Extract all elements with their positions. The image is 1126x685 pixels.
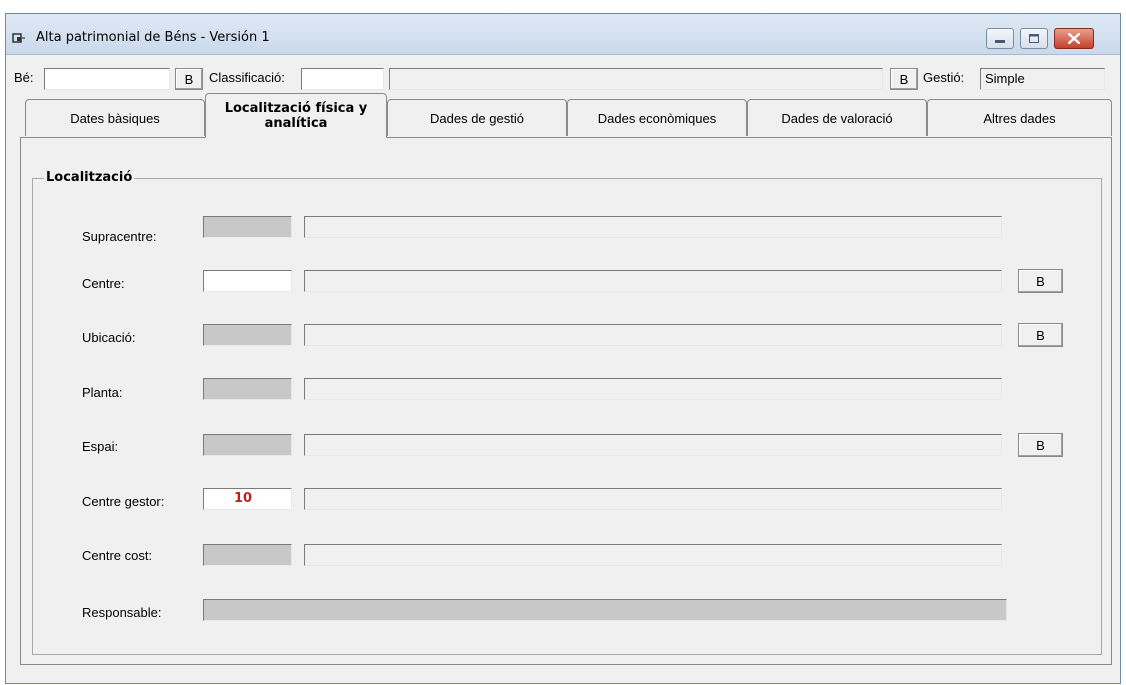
centre-cost-description-field <box>304 544 1002 566</box>
espai-code-field <box>203 434 292 456</box>
ubicacio-description-field <box>304 324 1002 346</box>
gestio-label: Gestió: <box>923 70 965 85</box>
tab-dades-economiques[interactable]: Dades econòmiques <box>567 99 747 136</box>
app-icon <box>12 33 25 43</box>
centre-gestor-label: Centre gestor: <box>82 494 165 509</box>
planta-code-field <box>203 378 292 400</box>
classificacio-label: Classificació: <box>209 70 285 85</box>
centre-search-button[interactable]: B <box>1018 269 1063 293</box>
espai-search-button[interactable]: B <box>1018 433 1063 457</box>
window-title: Alta patrimonial de Béns - Versión 1 <box>36 30 270 45</box>
supracentre-label: Supracentre: <box>82 229 157 244</box>
responsable-label: Responsable: <box>82 605 162 620</box>
classificacio-description-field <box>389 68 883 90</box>
be-label: Bé: <box>14 70 34 85</box>
title-bar[interactable]: Alta patrimonial de Béns - Versión 1 <box>6 14 1120 55</box>
maximize-button[interactable] <box>1020 28 1048 49</box>
ubicacio-search-button[interactable]: B <box>1018 323 1063 347</box>
centre-cost-label: Centre cost: <box>82 548 153 563</box>
maximize-icon <box>1029 34 1039 43</box>
classificacio-search-button[interactable]: B <box>890 68 918 90</box>
tab-altres-dades[interactable]: Altres dades <box>927 99 1112 136</box>
be-search-button[interactable]: B <box>175 68 203 90</box>
centre-description-field <box>304 270 1002 292</box>
espai-description-field <box>304 434 1002 456</box>
supracentre-description-field <box>304 216 1002 238</box>
responsable-field <box>203 599 1007 621</box>
planta-label: Planta: <box>82 385 123 400</box>
centre-gestor-code-field[interactable]: 10 <box>203 488 292 510</box>
localitzacio-group <box>32 178 1102 655</box>
supracentre-code-field <box>203 216 292 238</box>
centre-gestor-description-field <box>304 488 1002 510</box>
close-icon <box>1068 33 1080 44</box>
planta-description-field <box>304 378 1002 400</box>
localitzacio-group-title: Localització <box>44 170 135 185</box>
close-button[interactable] <box>1054 28 1094 49</box>
be-field[interactable] <box>44 68 170 90</box>
centre-cost-code-field <box>203 544 292 566</box>
tab-dades-valoracio[interactable]: Dades de valoració <box>747 99 927 136</box>
espai-label: Espai: <box>82 439 119 454</box>
ubicacio-code-field <box>203 324 292 346</box>
gestio-field: Simple <box>980 68 1105 90</box>
tab-dades-gestio[interactable]: Dades de gestió <box>387 99 567 136</box>
classificacio-code-field[interactable] <box>301 68 384 90</box>
centre-code-field[interactable] <box>203 270 292 292</box>
minimize-icon <box>995 39 1005 43</box>
tab-localitzacio[interactable]: Localització física y analítica <box>205 93 387 138</box>
ubicacio-label: Ubicació: <box>82 330 136 345</box>
centre-label: Centre: <box>82 276 125 291</box>
tab-dates-basiques[interactable]: Dates bàsiques <box>25 99 205 136</box>
minimize-button[interactable] <box>986 28 1014 49</box>
